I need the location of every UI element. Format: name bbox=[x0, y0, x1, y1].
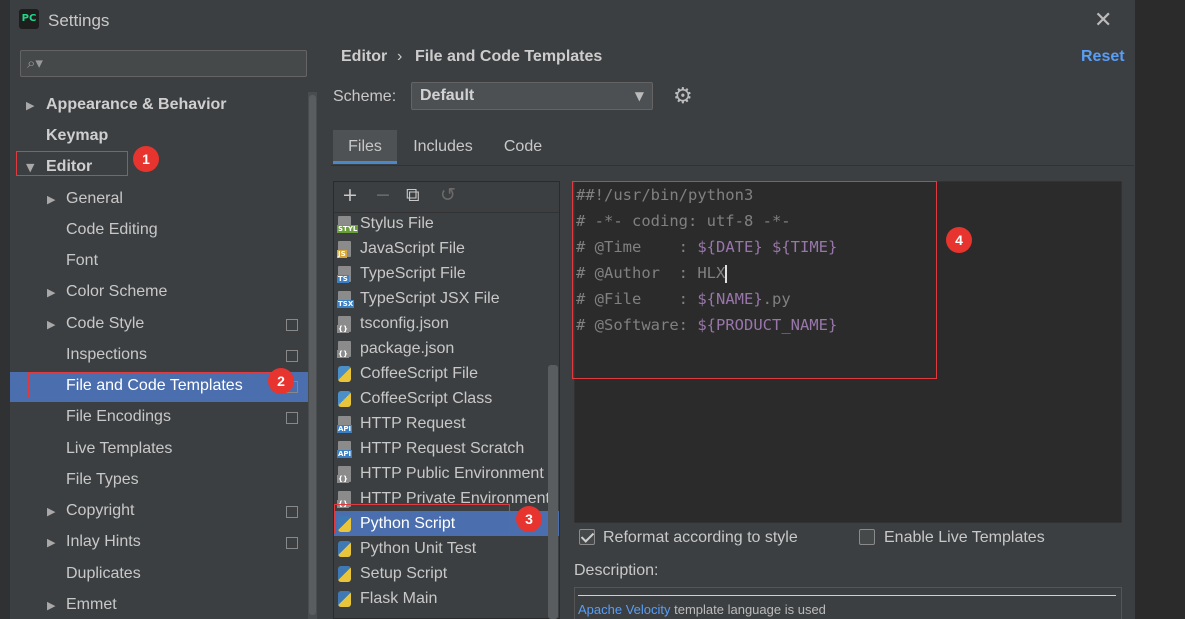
sidebar-item-font[interactable]: Font bbox=[66, 247, 98, 275]
file-type-icon bbox=[338, 591, 351, 607]
template-list-item[interactable]: {} package.json bbox=[334, 336, 548, 361]
sidebar-item-inspections[interactable]: Inspections bbox=[66, 341, 147, 369]
description-body: template language is used bbox=[670, 602, 826, 617]
settings-search-input[interactable]: ⌕▾ bbox=[20, 50, 307, 77]
project-scope-icon bbox=[286, 537, 298, 549]
sidebar-item-inlay-hints[interactable]: Inlay Hints bbox=[66, 528, 141, 556]
file-type-icon: {} bbox=[337, 466, 351, 483]
live-templates-label: Enable Live Templates bbox=[884, 529, 1045, 546]
annotation-badge-2: 2 bbox=[268, 368, 294, 394]
breadcrumb-editor: Editor bbox=[341, 48, 388, 65]
template-list-item[interactable]: Flask Main bbox=[334, 586, 548, 611]
sidebar-item-general[interactable]: General bbox=[66, 185, 123, 213]
file-type-icon: API bbox=[337, 416, 353, 433]
annotation-badge-1: 1 bbox=[133, 146, 159, 172]
remove-icon[interactable]: − bbox=[375, 184, 391, 206]
description-text: Apache Velocity template language is use… bbox=[578, 602, 826, 617]
collapsed-arrow-icon[interactable]: ▶ bbox=[26, 99, 34, 112]
window-title: Settings bbox=[48, 11, 110, 30]
gear-icon[interactable]: ⚙ bbox=[673, 84, 693, 109]
tab-code[interactable]: Code bbox=[492, 130, 554, 164]
copy-icon[interactable]: ⧉ bbox=[406, 184, 420, 206]
template-list-item[interactable]: JS JavaScript File bbox=[334, 236, 548, 261]
collapsed-arrow-icon[interactable]: ▶ bbox=[47, 505, 55, 518]
template-list-item[interactable]: CoffeeScript Class bbox=[334, 386, 548, 411]
pycharm-logo-icon: PC bbox=[19, 9, 39, 29]
search-icon: ⌕▾ bbox=[27, 54, 43, 72]
project-scope-icon bbox=[286, 319, 298, 331]
reformat-checkbox[interactable] bbox=[579, 529, 595, 545]
sidebar-item-color-scheme[interactable]: Color Scheme bbox=[66, 278, 167, 306]
collapsed-arrow-icon[interactable]: ▶ bbox=[47, 599, 55, 612]
template-list-item[interactable]: API HTTP Request Scratch bbox=[334, 436, 548, 461]
file-type-icon: TSX bbox=[337, 291, 355, 308]
scheme-select[interactable]: Default ▼ bbox=[411, 82, 653, 110]
file-type-icon bbox=[338, 391, 351, 407]
file-type-icon: {} bbox=[337, 341, 351, 358]
template-list-item[interactable]: CoffeeScript File bbox=[334, 361, 548, 386]
sidebar-item-file-types[interactable]: File Types bbox=[66, 466, 139, 494]
background-editor bbox=[1135, 0, 1185, 619]
annotation-box-3 bbox=[334, 504, 510, 534]
collapsed-arrow-icon[interactable]: ▶ bbox=[47, 286, 55, 299]
sidebar-item-appearance-behavior[interactable]: Appearance & Behavior bbox=[46, 91, 227, 119]
project-scope-icon bbox=[286, 350, 298, 362]
file-type-icon bbox=[338, 366, 351, 382]
scheme-value: Default bbox=[420, 87, 475, 104]
file-type-icon: STYL bbox=[337, 216, 359, 233]
template-list-item[interactable]: Setup Script bbox=[334, 561, 548, 586]
chevron-down-icon: ▼ bbox=[634, 89, 644, 103]
sidebar-item-copyright[interactable]: Copyright bbox=[66, 497, 134, 525]
template-list-item[interactable]: STYL Stylus File bbox=[334, 211, 548, 236]
file-type-icon: JS bbox=[337, 241, 351, 258]
reset-link[interactable]: Reset bbox=[1081, 48, 1125, 66]
template-list-scrollbar[interactable] bbox=[548, 365, 558, 619]
annotation-badge-4: 4 bbox=[946, 227, 972, 253]
annotation-box-4 bbox=[572, 181, 937, 379]
file-type-icon: {} bbox=[337, 316, 351, 333]
template-list-item[interactable]: Python Unit Test bbox=[334, 536, 548, 561]
template-list-item[interactable]: {} tsconfig.json bbox=[334, 311, 548, 336]
template-list-item[interactable]: TSX TypeScript JSX File bbox=[334, 286, 548, 311]
description-label: Description: bbox=[574, 562, 659, 579]
project-scope-icon bbox=[286, 412, 298, 424]
sidebar-item-emmet[interactable]: Emmet bbox=[66, 591, 117, 619]
annotation-badge-3: 3 bbox=[516, 506, 542, 532]
reformat-label: Reformat according to style bbox=[603, 529, 798, 546]
reset-to-default-icon[interactable]: ↺ bbox=[440, 184, 456, 206]
collapsed-arrow-icon[interactable]: ▶ bbox=[47, 318, 55, 331]
file-type-icon bbox=[338, 541, 351, 557]
collapsed-arrow-icon[interactable]: ▶ bbox=[47, 193, 55, 206]
tab-includes[interactable]: Includes bbox=[403, 130, 483, 164]
file-type-icon: API bbox=[337, 441, 353, 458]
sidebar-item-code-editing[interactable]: Code Editing bbox=[66, 216, 158, 244]
sidebar-item-duplicates[interactable]: Duplicates bbox=[66, 560, 141, 588]
project-scope-icon bbox=[286, 506, 298, 518]
annotation-box-1 bbox=[16, 151, 128, 176]
scheme-label: Scheme: bbox=[333, 88, 397, 105]
live-templates-checkbox[interactable] bbox=[859, 529, 875, 545]
file-type-icon bbox=[338, 566, 351, 582]
tab-files[interactable]: Files bbox=[333, 130, 397, 164]
apache-velocity-link[interactable]: Apache Velocity bbox=[578, 602, 671, 617]
sidebar-scrollbar-thumb[interactable] bbox=[309, 95, 316, 615]
template-list-item[interactable]: TS TypeScript File bbox=[334, 261, 548, 286]
template-list-item[interactable]: API HTTP Request bbox=[334, 411, 548, 436]
description-divider bbox=[578, 595, 1116, 596]
add-icon[interactable]: + bbox=[342, 184, 358, 206]
sidebar-item-code-style[interactable]: Code Style bbox=[66, 310, 144, 338]
breadcrumb-separator: › bbox=[397, 48, 403, 65]
collapsed-arrow-icon[interactable]: ▶ bbox=[47, 536, 55, 549]
settings-dialog: PC Settings ✕ ⌕▾ ▶ Appearance & Behavior K… bbox=[0, 0, 1135, 619]
sidebar-item-keymap[interactable]: Keymap bbox=[46, 122, 108, 150]
close-icon[interactable]: ✕ bbox=[1094, 8, 1112, 33]
file-type-icon: TS bbox=[337, 266, 351, 283]
template-list-item[interactable]: {} HTTP Public Environment Fi bbox=[334, 461, 548, 486]
sidebar-item-file-encodings[interactable]: File Encodings bbox=[66, 403, 171, 431]
page-title: File and Code Templates bbox=[415, 48, 603, 65]
annotation-box-2 bbox=[28, 372, 272, 398]
sidebar-item-live-templates[interactable]: Live Templates bbox=[66, 435, 172, 463]
dialog-edge bbox=[0, 0, 10, 619]
